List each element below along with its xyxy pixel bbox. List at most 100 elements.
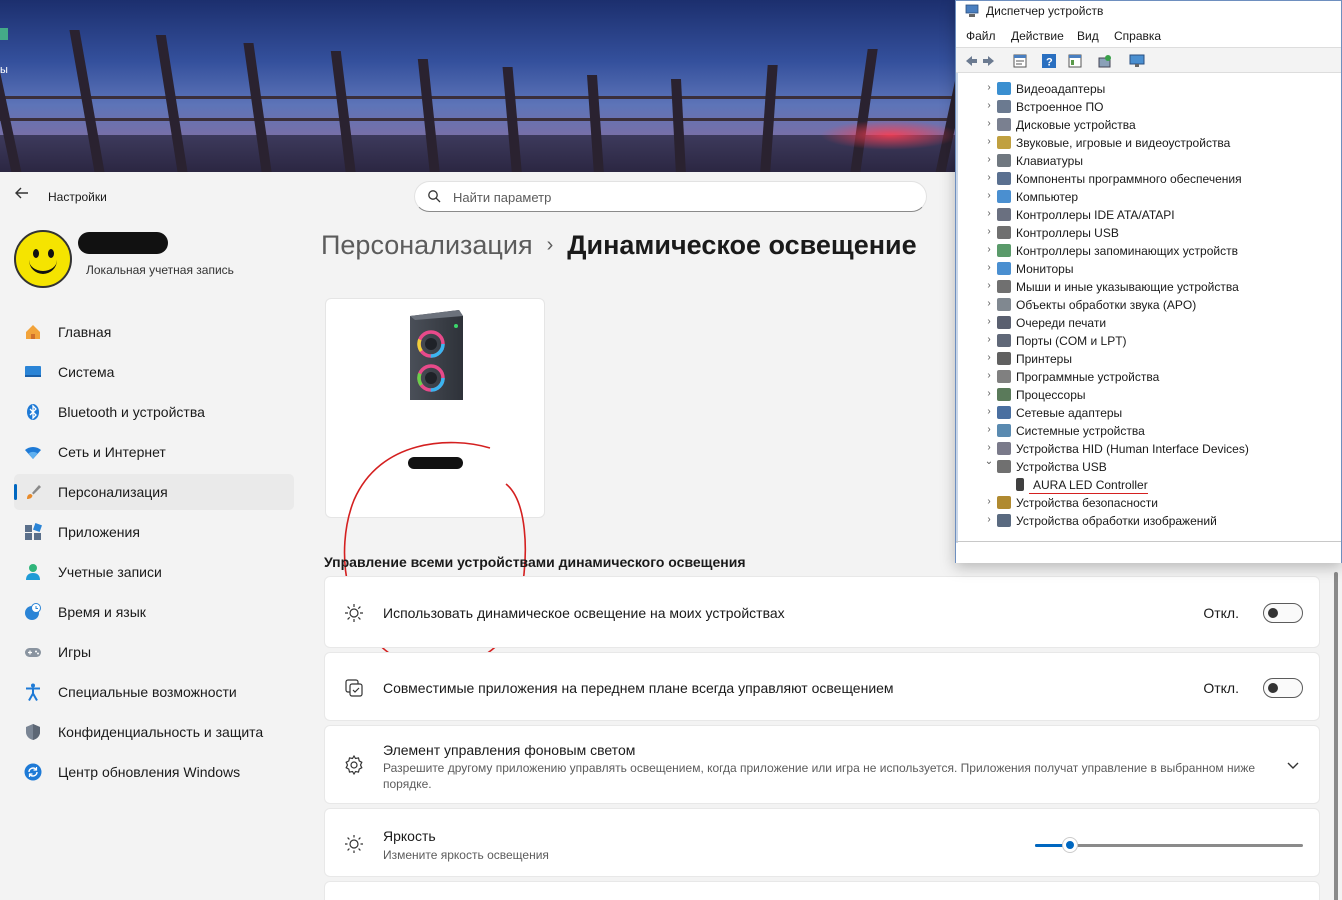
device-manager-menubar: Файл Действие Вид Справка — [956, 25, 1341, 45]
sidebar-item-apps[interactable]: Приложения — [14, 514, 294, 550]
app-title: Настройки — [48, 190, 107, 204]
device-category-icon — [997, 298, 1011, 311]
expand-chevron-icon[interactable]: › — [984, 172, 994, 184]
menu-file[interactable]: Файл — [966, 29, 996, 43]
expand-chevron-icon[interactable]: › — [984, 226, 994, 238]
device-category-icon — [997, 154, 1011, 167]
tree-item-label: Устройства USB — [1016, 460, 1107, 474]
menu-action[interactable]: Действие — [1011, 29, 1064, 43]
tree-item-label: Сетевые адаптеры — [1016, 406, 1123, 420]
wifi-icon — [25, 446, 41, 459]
avatar-eye — [48, 249, 54, 258]
tree-item-label: Объекты обработки звука (APO) — [1016, 298, 1197, 312]
scrollbar[interactable] — [1334, 572, 1338, 900]
expand-chevron-icon[interactable]: › — [984, 100, 994, 112]
avatar-smile — [29, 260, 57, 274]
expand-chevron-icon[interactable]: › — [984, 316, 994, 328]
monitor-icon[interactable] — [1129, 53, 1145, 69]
back-icon[interactable] — [962, 53, 978, 69]
desktop-shortcut-icon[interactable] — [0, 28, 8, 40]
device-category-icon — [997, 190, 1011, 203]
menu-help[interactable]: Справка — [1114, 29, 1161, 43]
brightness-row: Яркость Измените яркость освещения — [324, 808, 1320, 877]
expand-chevron-icon[interactable]: › — [984, 388, 994, 400]
toggle-knob — [1268, 683, 1278, 693]
sidebar-item-accounts[interactable]: Учетные записи — [14, 554, 294, 590]
device-category-icon — [997, 208, 1011, 221]
scan-hardware-icon[interactable] — [1097, 53, 1113, 69]
view-icon[interactable] — [1067, 53, 1083, 69]
device-category-icon — [997, 514, 1011, 527]
tree-item-label: AURA LED Controller — [1029, 478, 1148, 494]
device-manager-titlebar: Диспетчер устройств — [956, 1, 1341, 21]
sidebar-item-network[interactable]: Сеть и Интернет — [14, 434, 294, 470]
expand-chevron-icon[interactable]: › — [984, 244, 994, 256]
device-category-icon — [997, 316, 1011, 329]
sidebar-item-accessibility[interactable]: Специальные возможности — [14, 674, 294, 710]
device-tree: › Видеоадаптеры › Встроенное ПО › Дисковые ус… — [956, 77, 1341, 542]
brightness-icon — [345, 835, 363, 853]
tree-item-label: Клавиатуры — [1016, 154, 1083, 168]
expand-chevron-icon[interactable]: › — [984, 136, 994, 148]
sidebar-nav: Главная Система Bluetooth и устройства С… — [14, 314, 294, 794]
search-box[interactable] — [414, 181, 927, 212]
app-lighting-icon — [345, 679, 363, 697]
sidebar-item-bluetooth[interactable]: Bluetooth и устройства — [14, 394, 294, 430]
expand-chevron-icon[interactable]: › — [984, 280, 994, 292]
avatar[interactable] — [14, 230, 72, 288]
expand-chevron-icon[interactable]: › — [984, 442, 994, 454]
expand-chevron-icon[interactable]: › — [984, 370, 994, 382]
forward-icon[interactable] — [982, 53, 998, 69]
use-dynamic-lighting-toggle[interactable] — [1263, 603, 1303, 623]
back-button[interactable] — [12, 186, 32, 206]
device-manager-icon — [965, 4, 979, 17]
expand-chevron-icon[interactable]: › — [984, 334, 994, 346]
chevron-down-icon[interactable] — [1285, 757, 1301, 773]
expand-chevron-icon[interactable]: › — [984, 190, 994, 202]
tree-item-label: Принтеры — [1016, 352, 1072, 366]
properties-icon[interactable] — [1012, 53, 1028, 69]
sidebar-item-time-language[interactable]: Время и язык — [14, 594, 294, 630]
help-icon[interactable]: ? — [1041, 53, 1057, 69]
brightness-slider[interactable] — [1035, 835, 1303, 855]
sidebar-item-label: Игры — [58, 644, 92, 660]
update-icon — [24, 763, 42, 781]
expand-chevron-icon[interactable]: › — [984, 154, 994, 166]
lighting-device-card[interactable] — [325, 298, 545, 518]
tree-item-label: Устройства обработки изображений — [1016, 514, 1217, 528]
expand-chevron-icon[interactable]: › — [984, 406, 994, 418]
tree-item-label: Контроллеры USB — [1016, 226, 1119, 240]
device-category-icon — [997, 244, 1011, 257]
background-light-control-row[interactable]: Элемент управления фоновым светом Разреш… — [324, 725, 1320, 804]
gamepad-icon — [25, 648, 41, 657]
expand-chevron-icon[interactable]: › — [984, 208, 994, 220]
expand-chevron-icon[interactable]: › — [984, 262, 994, 274]
slider-thumb[interactable] — [1062, 838, 1077, 852]
sidebar-item-home[interactable]: Главная — [14, 314, 294, 350]
foreground-apps-toggle[interactable] — [1263, 678, 1303, 698]
device-category-icon — [997, 406, 1011, 419]
expand-chevron-icon[interactable]: › — [984, 118, 994, 130]
sidebar-item-label: Система — [58, 364, 115, 380]
sidebar-item-windows-update[interactable]: Центр обновления Windows — [14, 754, 294, 790]
expand-chevron-icon[interactable]: › — [984, 496, 994, 508]
menu-view[interactable]: Вид — [1077, 29, 1099, 43]
back-arrow-icon — [15, 187, 28, 199]
expand-chevron-icon[interactable]: › — [984, 352, 994, 364]
breadcrumb-parent[interactable]: Персонализация — [321, 230, 533, 260]
sidebar-item-privacy[interactable]: Конфиденциальность и защита — [14, 714, 294, 750]
expand-chevron-icon[interactable]: › — [984, 298, 994, 310]
brightness-label: Яркость — [383, 828, 436, 844]
tree-item-label: Компьютер — [1016, 190, 1079, 204]
sidebar-item-personalization[interactable]: Персонализация — [14, 474, 294, 510]
sidebar-item-gaming[interactable]: Игры — [14, 634, 294, 670]
expand-chevron-icon[interactable]: › — [984, 514, 994, 526]
tree-item-label: Мониторы — [1016, 262, 1074, 276]
expand-chevron-icon[interactable]: › — [984, 424, 994, 436]
device-category-icon — [997, 172, 1011, 185]
expand-chevron-icon[interactable]: › — [984, 82, 994, 94]
collapse-chevron-icon[interactable]: ⌄ — [984, 456, 994, 468]
search-input[interactable] — [453, 188, 913, 206]
sidebar-item-label: Персонализация — [58, 484, 168, 500]
sidebar-item-system[interactable]: Система — [14, 354, 294, 390]
